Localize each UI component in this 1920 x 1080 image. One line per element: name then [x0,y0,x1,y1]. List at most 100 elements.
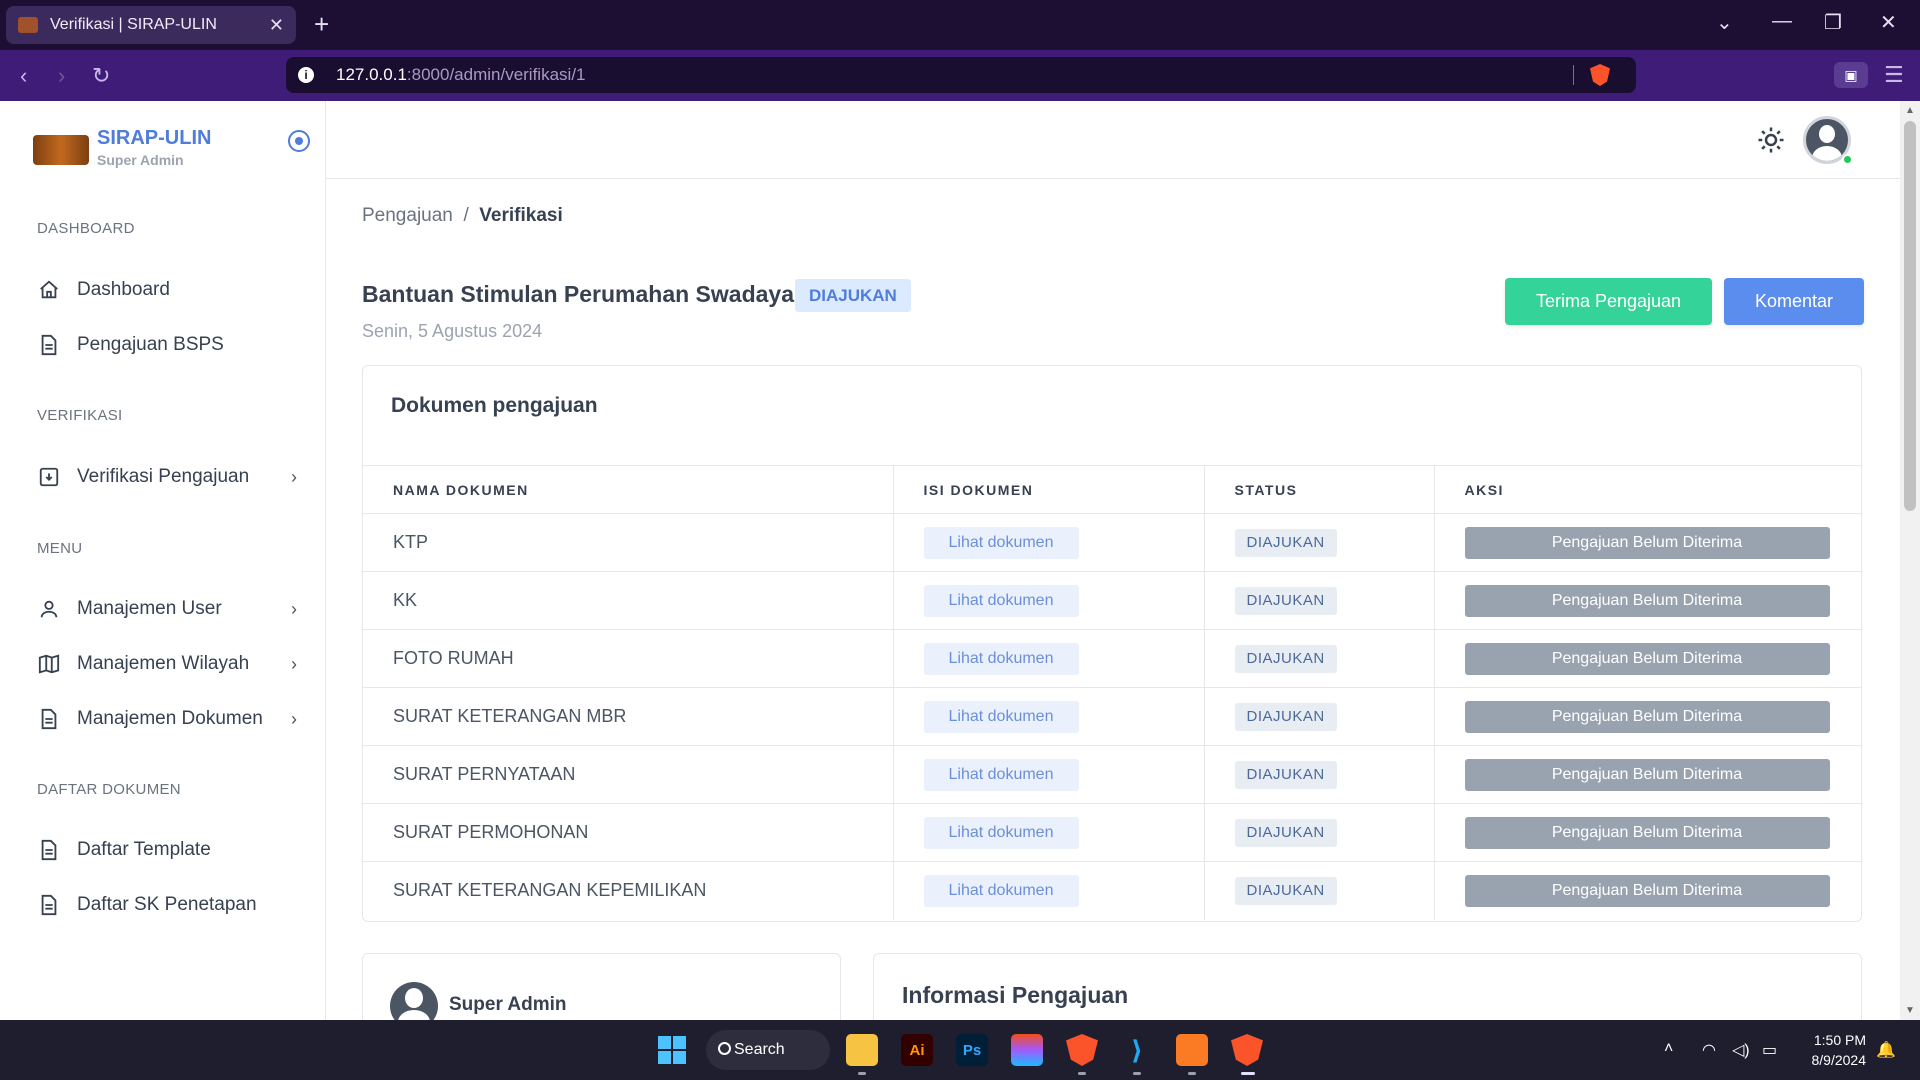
minimize-icon[interactable]: — [1772,10,1792,33]
view-document-button[interactable]: Lihat dokumen [923,758,1079,791]
sidebar-item-label: Manajemen Dokumen [77,708,263,729]
status-badge: DIAJUKAN [1234,644,1337,673]
page-scrollbar[interactable]: ▲ ▼ [1900,101,1920,1020]
document-name: FOTO RUMAH [363,629,893,688]
not-accepted-button[interactable]: Pengajuan Belum Diterima [1464,526,1830,559]
file-explorer-icon[interactable] [846,1034,878,1066]
restore-icon[interactable]: ❐ [1824,10,1842,35]
document-action-cell: Pengajuan Belum Diterima [1433,745,1861,804]
address-bar[interactable]: i 127.0.0.1:8000/admin/verifikasi/1 [286,57,1636,93]
sidebar-item-dashboard[interactable]: Dashboard [37,275,297,305]
tab-search-chevron-icon[interactable]: ⌄ [1716,10,1733,35]
scroll-thumb[interactable] [1904,121,1916,511]
brave-shields-icon[interactable] [1590,64,1610,86]
wifi-icon[interactable]: ◠ [1702,1040,1716,1060]
documents-card: Dokumen pengajuan NAMA DOKUMEN ISI DOKUM… [362,365,1862,922]
close-window-icon[interactable]: ✕ [1880,10,1897,35]
windows-start-icon[interactable] [658,1036,686,1064]
not-accepted-button[interactable]: Pengajuan Belum Diterima [1464,700,1830,733]
section-heading-dashboard: DASHBOARD [37,220,135,237]
view-document-button[interactable]: Lihat dokumen [923,642,1079,675]
not-accepted-button[interactable]: Pengajuan Belum Diterima [1464,874,1830,907]
tab-close-icon[interactable]: ✕ [269,15,284,36]
site-info-icon[interactable]: i [298,67,314,83]
browser-tab[interactable]: Verifikasi | SIRAP-ULIN ✕ [6,6,296,44]
breadcrumb: Pengajuan / Verifikasi [362,205,563,227]
chevron-right-icon: › [291,708,297,729]
sidebar-item-label: Daftar SK Penetapan [77,894,257,915]
table-row: KK Lihat dokumen DIAJUKAN Pengajuan Belu… [363,571,1861,630]
document-name: KTP [363,513,893,572]
taskbar-search-button[interactable]: Search [706,1030,830,1070]
document-icon [37,333,61,357]
table-row: SURAT KETERANGAN KEPEMILIKAN Lihat dokum… [363,861,1861,920]
user-role: Super Admin [97,152,184,168]
view-document-button[interactable]: Lihat dokumen [923,584,1079,617]
documents-card-title: Dokumen pengajuan [391,394,598,417]
not-accepted-button[interactable]: Pengajuan Belum Diterima [1464,758,1830,791]
photoshop-icon[interactable]: Ps [956,1034,988,1066]
not-accepted-button[interactable]: Pengajuan Belum Diterima [1464,642,1830,675]
vscode-icon[interactable]: ⟩ [1121,1034,1153,1066]
volume-icon[interactable]: ◁) [1732,1040,1750,1060]
table-row: SURAT PERNYATAAN Lihat dokumen DIAJUKAN … [363,745,1861,804]
active-indicator [1241,1072,1255,1075]
sidebar-item-verifikasi-pengajuan[interactable]: Verifikasi Pengajuan › [37,462,297,492]
inbox-download-icon [37,465,61,489]
accept-submission-button[interactable]: Terima Pengajuan [1505,278,1712,325]
sidebar-item-manajemen-wilayah[interactable]: Manajemen Wilayah › [37,649,297,679]
breadcrumb-current: Verifikasi [479,205,563,226]
document-action-cell: Pengajuan Belum Diterima [1433,571,1861,630]
app-logo [33,135,89,165]
profile-icon[interactable]: ▣ [1834,62,1868,88]
section-heading-verifikasi: VERIFIKASI [37,407,123,424]
back-icon[interactable]: ‹ [20,63,27,89]
browser-tab-bar: Verifikasi | SIRAP-ULIN ✕ + ⌄ — ❐ ✕ [0,0,1920,50]
sidebar-item-pengajuan-bsps[interactable]: Pengajuan BSPS [37,330,297,360]
brave-nightly-icon[interactable] [1066,1034,1098,1066]
favicon-icon [18,17,38,33]
avatar-head-icon [405,988,423,1008]
scroll-up-icon[interactable]: ▲ [1905,105,1915,116]
not-accepted-button[interactable]: Pengajuan Belum Diterima [1464,584,1830,617]
document-link-cell: Lihat dokumen [892,513,1204,572]
sidebar-item-manajemen-dokumen[interactable]: Manajemen Dokumen › [37,704,297,734]
view-document-button[interactable]: Lihat dokumen [923,526,1079,559]
theme-toggle-sun-icon[interactable] [1756,125,1786,155]
browser-menu-icon[interactable]: ☰ [1884,62,1904,88]
sidebar-toggle-icon[interactable] [288,130,310,152]
breadcrumb-parent[interactable]: Pengajuan [362,205,453,226]
sidebar-item-label: Manajemen User [77,598,222,619]
sidebar-item-daftar-sk-penetapan[interactable]: Daftar SK Penetapan [37,890,297,920]
brave-icon[interactable] [1231,1034,1263,1066]
sidebar-item-manajemen-user[interactable]: Manajemen User › [37,594,297,624]
illustrator-icon[interactable]: Ai [901,1034,933,1066]
reload-icon[interactable]: ↻ [92,63,110,89]
comment-button[interactable]: Komentar [1724,278,1864,325]
column-header: AKSI [1433,465,1861,514]
document-link-cell: Lihat dokumen [892,803,1204,862]
figma-icon[interactable] [1011,1034,1043,1066]
tray-overflow-chevron-icon[interactable]: ˄ [1664,1040,1673,1058]
forward-icon[interactable]: › [58,63,65,89]
document-link-cell: Lihat dokumen [892,861,1204,920]
sidebar-item-label: Daftar Template [77,839,211,860]
not-accepted-button[interactable]: Pengajuan Belum Diterima [1464,816,1830,849]
new-tab-icon[interactable]: + [314,8,329,40]
view-document-button[interactable]: Lihat dokumen [923,700,1079,733]
view-document-button[interactable]: Lihat dokumen [923,816,1079,849]
running-indicator [1133,1072,1141,1075]
scroll-down-icon[interactable]: ▼ [1905,1005,1915,1016]
xampp-icon[interactable] [1176,1034,1208,1066]
document-action-cell: Pengajuan Belum Diterima [1433,803,1861,862]
battery-icon[interactable]: ▭ [1762,1040,1777,1060]
taskbar-clock[interactable]: 1:50 PM 8/9/2024 [1800,1030,1867,1070]
sidebar-item-daftar-template[interactable]: Daftar Template [37,835,297,865]
home-icon [37,278,61,302]
notification-bell-icon[interactable]: 🔔 [1876,1040,1896,1060]
document-name: SURAT KETERANGAN MBR [363,687,893,746]
view-document-button[interactable]: Lihat dokumen [923,874,1079,907]
document-status-cell: DIAJUKAN [1203,687,1434,746]
document-status-cell: DIAJUKAN [1203,571,1434,630]
status-badge: DIAJUKAN [1234,876,1337,905]
